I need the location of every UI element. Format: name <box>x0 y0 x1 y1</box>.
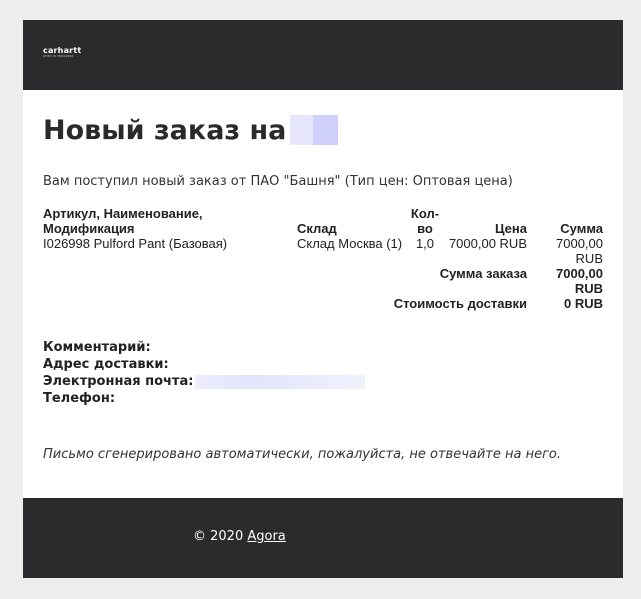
header-qty: Кол-во <box>410 206 440 236</box>
header-sum: Сумма <box>560 221 603 236</box>
carhartt-logo: carhartt WORK IN PROGRESS <box>43 47 81 59</box>
table-row: I026998 Pulford Pant (Базовая) Склад Мос… <box>43 236 603 266</box>
item-qty: 1,0 <box>415 236 435 251</box>
delivery-cost-label: Стоимость доставки <box>393 296 527 311</box>
email-header: carhartt WORK IN PROGRESS <box>23 20 623 90</box>
email-label: Электронная почта: <box>43 374 194 389</box>
phone-label: Телефон: <box>43 391 116 406</box>
logo-tagline: WORK IN PROGRESS <box>43 55 74 58</box>
title-text: Новый заказ на <box>43 115 287 146</box>
agora-link[interactable]: Agora <box>247 529 285 544</box>
item-warehouse: Склад Москва (1) <box>297 236 403 251</box>
item-price: 7000,00 RUB <box>448 236 527 251</box>
intro-text: Вам поступил новый заказ от ПАО "Башня" … <box>43 174 513 189</box>
comment-label: Комментарий: <box>43 340 151 355</box>
redacted-email <box>195 374 366 389</box>
email-body: Новый заказ на Вам поступил новый заказ … <box>23 111 623 462</box>
item-sum: 7000,00 RUB <box>556 236 603 266</box>
order-total-label: Сумма заказа <box>439 266 527 281</box>
page-title: Новый заказ на <box>43 111 603 151</box>
copyright-text: © 2020 <box>193 529 244 544</box>
order-total-value: 7000,00 RUB <box>556 266 603 296</box>
order-items-table: Артикул, Наименование, Модификация Склад… <box>43 206 603 311</box>
header-name: Артикул, Наименование, Модификация <box>43 206 203 236</box>
order-total-row: Сумма заказа 7000,00 RUB <box>43 266 603 296</box>
footer-copyright: © 2020 Agora <box>193 529 286 544</box>
header-warehouse: Склад <box>297 221 337 236</box>
customer-info: Комментарий: Адрес доставки: Электронная… <box>43 339 603 407</box>
address-label: Адрес доставки: <box>43 357 169 372</box>
email-footer: © 2020 Agora <box>23 498 623 578</box>
table-header-row: Артикул, Наименование, Модификация Склад… <box>43 206 603 236</box>
auto-generated-note: Письмо сгенерировано автоматически, пожа… <box>43 447 562 462</box>
redacted-recipient <box>290 114 339 145</box>
logo-word: carhartt <box>43 46 82 55</box>
header-price: Цена <box>495 221 527 236</box>
email-row: Электронная почта: <box>43 373 603 390</box>
email-container: carhartt WORK IN PROGRESS Новый заказ на… <box>23 20 623 578</box>
item-name: I026998 Pulford Pant (Базовая) <box>43 236 228 251</box>
delivery-cost-row: Стоимость доставки 0 RUB <box>43 296 603 311</box>
delivery-cost-value: 0 RUB <box>563 296 603 311</box>
